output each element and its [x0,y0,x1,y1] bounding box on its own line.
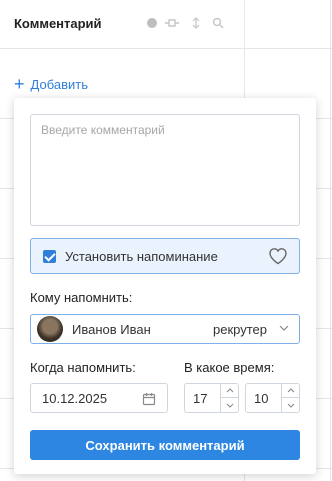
search-icon[interactable] [212,17,224,29]
add-comment-label: Добавить [30,76,88,92]
calendar-icon[interactable] [142,392,156,406]
comment-popup: Установить напоминание Кому напомнить: И… [14,98,316,474]
recipient-role: рекрутер [213,321,267,337]
chevron-down-icon [287,403,294,408]
date-field[interactable]: 10.12.2025 [30,383,168,413]
who-label: Кому напомнить: [30,290,133,305]
hour-stepper[interactable]: 17 [184,383,239,413]
column-header: Комментарий [0,0,332,48]
sort-icon[interactable] [192,17,200,29]
minute-stepper[interactable]: 10 [245,383,300,413]
chevron-down-icon [279,325,289,331]
avatar [37,316,63,342]
when-label: Когда напомнить: [30,360,136,375]
recipient-name: Иванов Иван [72,321,151,337]
add-comment-link[interactable]: + Добавить [14,75,88,93]
settings-icon[interactable] [146,17,158,29]
chevron-down-icon [226,403,233,408]
date-value: 10.12.2025 [42,390,108,406]
comment-input[interactable] [30,114,300,226]
minute-down-button[interactable] [282,398,299,412]
hour-down-button[interactable] [221,398,238,412]
plus-icon: + [14,74,25,94]
time-label: В какое время: [184,360,275,375]
chevron-up-icon [287,388,294,393]
column-title: Комментарий [14,16,102,31]
minute-spinner [281,384,299,412]
heart-icon[interactable] [268,247,288,265]
hour-spinner [220,384,238,412]
save-comment-button[interactable]: Сохранить комментарий [30,430,300,460]
hour-value: 17 [193,390,208,406]
chevron-up-icon [226,388,233,393]
column-divider [330,0,331,481]
minute-up-button[interactable] [282,384,299,398]
set-reminder-toggle[interactable]: Установить напоминание [30,238,300,274]
hour-up-button[interactable] [221,384,238,398]
reminder-checkbox[interactable] [43,249,56,263]
minute-value: 10 [254,390,269,406]
recipient-select[interactable]: Иванов Иван рекрутер [30,314,300,344]
plug-icon[interactable] [164,17,180,29]
reminder-label: Установить напоминание [65,248,218,264]
row-divider [0,48,332,49]
